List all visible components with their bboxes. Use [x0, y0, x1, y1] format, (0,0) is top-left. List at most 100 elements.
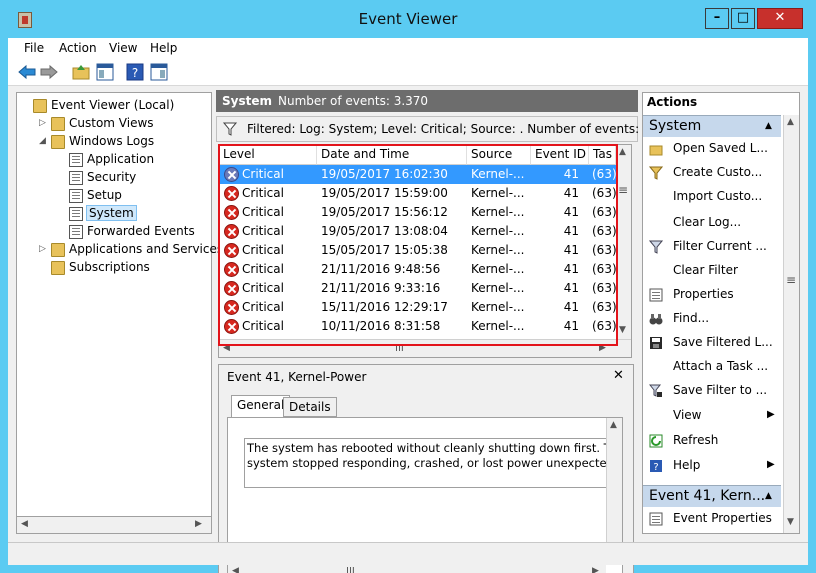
help-icon[interactable]: ?: [126, 63, 144, 81]
scroll-left-arrow[interactable]: ◀: [223, 343, 230, 353]
tab-details[interactable]: Details: [283, 397, 337, 417]
scroll-left-arrow[interactable]: ◀: [232, 566, 239, 573]
detail-vertical-scrollbar[interactable]: ▲ ▼: [606, 418, 622, 562]
actions-section-event[interactable]: Event 41, Kern... ▲: [643, 485, 781, 507]
scroll-right-arrow[interactable]: ▶: [599, 343, 606, 353]
scroll-grip[interactable]: ≡: [618, 183, 628, 197]
actions-title: Actions: [647, 95, 698, 109]
show-hide-action-pane-icon[interactable]: [150, 63, 168, 81]
event-row[interactable]: Critical 10/11/2016 8:31:58 Kernel-... 41 (6…: [219, 317, 616, 336]
column-header-source[interactable]: Source: [467, 145, 531, 165]
save-icon: [650, 337, 662, 349]
action-create-custo[interactable]: Create Custo...: [643, 161, 781, 185]
column-header-task[interactable]: Tas: [589, 145, 616, 165]
cell-level: Critical: [242, 167, 284, 181]
tab-general[interactable]: General: [231, 395, 291, 417]
tree-item-label: Application: [87, 152, 155, 166]
collapse-arrow-icon[interactable]: ▲: [765, 121, 772, 131]
action-save-filtered-l[interactable]: Save Filtered L...: [643, 331, 781, 355]
title-bar[interactable]: Event Viewer – □ ✕: [0, 0, 816, 38]
scroll-up-arrow[interactable]: ▲: [619, 147, 626, 157]
event-viewer-icon: [33, 99, 47, 113]
maximize-button[interactable]: □: [731, 8, 755, 29]
scroll-grip[interactable]: III: [346, 566, 355, 573]
scroll-grip[interactable]: ≡: [786, 273, 796, 287]
event-row[interactable]: Critical 19/05/2017 15:56:12 Kernel-... 41 (…: [219, 203, 616, 222]
tree-item[interactable]: ▷ Custom Views: [17, 115, 211, 133]
tree-item[interactable]: ▷ Applications and Services Lo: [17, 241, 241, 259]
event-row[interactable]: Critical 19/05/2017 13:08:04 Kernel-... 41 (…: [219, 222, 616, 241]
tree-item[interactable]: Setup: [17, 187, 211, 205]
svg-text:?: ?: [132, 66, 138, 80]
tree-item[interactable]: Security: [17, 169, 211, 187]
back-arrow-icon[interactable]: [18, 63, 36, 81]
action-attach-a-task[interactable]: Attach a Task ...: [643, 355, 781, 379]
event-row[interactable]: Critical 21/11/2016 9:48:56 Kernel-... 41 (6…: [219, 260, 616, 279]
tree-item[interactable]: Application: [17, 151, 211, 169]
event-row[interactable]: Critical 21/11/2016 9:33:16 Kernel-... 41 (6…: [219, 279, 616, 298]
actions-vertical-scrollbar[interactable]: ▲ ≡ ▼: [783, 115, 799, 533]
column-header-date-time[interactable]: Date and Time: [317, 145, 467, 165]
tree-item[interactable]: Event Viewer (Local): [17, 97, 211, 115]
scroll-right-arrow[interactable]: ▶: [195, 519, 202, 529]
action-find[interactable]: Find...: [643, 307, 781, 331]
action-clear-filter[interactable]: Clear Filter: [643, 259, 781, 283]
action-properties[interactable]: Properties: [643, 283, 781, 307]
column-header-event-id[interactable]: Event ID: [531, 145, 589, 165]
action-view[interactable]: View ▶: [643, 404, 781, 428]
scroll-grip[interactable]: III: [395, 343, 404, 354]
properties-icon: [649, 288, 663, 302]
log-icon: [69, 225, 83, 239]
event-row[interactable]: Critical 15/11/2016 12:29:17 Kernel-... 41 (…: [219, 298, 616, 317]
event-description-box[interactable]: The system has rebooted without cleanly …: [244, 438, 622, 488]
up-folder-icon[interactable]: [72, 63, 90, 81]
tree-expander-icon[interactable]: ▷: [39, 118, 46, 128]
scroll-left-arrow[interactable]: ◀: [21, 519, 28, 529]
tree-item[interactable]: Forwarded Events: [17, 223, 211, 241]
close-button[interactable]: ✕: [757, 8, 803, 29]
tree-item[interactable]: ◢ Windows Logs: [17, 133, 211, 151]
action-open-saved-l[interactable]: Open Saved L...: [643, 137, 781, 161]
critical-error-icon: [224, 262, 239, 277]
close-detail-button[interactable]: ✕: [613, 368, 624, 383]
cell-source: Kernel-...: [471, 319, 525, 333]
scroll-down-arrow[interactable]: ▼: [619, 325, 626, 335]
tree-item[interactable]: System: [17, 205, 211, 223]
menu-view[interactable]: View: [109, 41, 137, 55]
action-save-filter-to[interactable]: Save Filter to ...: [643, 379, 781, 403]
menu-action[interactable]: Action: [59, 41, 97, 55]
action-clear-log[interactable]: Clear Log...: [643, 211, 781, 235]
action-import-custo[interactable]: Import Custo...: [643, 185, 781, 209]
action-refresh[interactable]: Refresh: [643, 429, 781, 453]
tree-expander-icon[interactable]: ◢: [39, 136, 46, 146]
event-row[interactable]: Critical 15/05/2017 15:05:38 Kernel-... 41 (…: [219, 241, 616, 260]
show-hide-tree-icon[interactable]: [96, 63, 114, 81]
action-filter-current[interactable]: Filter Current ...: [643, 235, 781, 259]
cell-task: (63): [592, 281, 616, 295]
tree-expander-icon[interactable]: ▷: [39, 244, 46, 254]
tree-item[interactable]: Subscriptions: [17, 259, 211, 277]
column-header-level[interactable]: Level: [219, 145, 317, 165]
cell-date: 19/05/2017 15:59:00: [321, 186, 448, 200]
forward-arrow-icon[interactable]: [40, 63, 58, 81]
menu-file[interactable]: File: [24, 41, 44, 55]
grid-horizontal-scrollbar[interactable]: ◀ III ▶: [219, 339, 631, 357]
menu-help[interactable]: Help: [150, 41, 177, 55]
event-row[interactable]: Critical 19/05/2017 16:02:30 Kernel-... 41 (…: [219, 165, 616, 184]
cell-date: 19/05/2017 16:02:30: [321, 167, 448, 181]
tree-horizontal-scrollbar[interactable]: ◀ ▶: [16, 516, 212, 534]
scroll-up-arrow[interactable]: ▲: [610, 420, 617, 430]
actions-section-system[interactable]: System ▲: [643, 115, 781, 137]
action-help[interactable]: ? Help ▶: [643, 454, 781, 478]
action-label: Save Filtered L...: [673, 335, 773, 349]
action-event-properties[interactable]: Event Properties: [643, 507, 781, 531]
scroll-down-arrow[interactable]: ▼: [787, 517, 794, 527]
event-row[interactable]: Critical 19/05/2017 15:59:00 Kernel-... 41 (…: [219, 184, 616, 203]
scroll-right-arrow[interactable]: ▶: [592, 566, 599, 573]
scroll-up-arrow[interactable]: ▲: [787, 117, 794, 127]
section-label: Event 41, Kern...: [649, 488, 766, 504]
cell-task: (63): [592, 186, 616, 200]
grid-vertical-scrollbar[interactable]: ▲ ≡ ▼: [616, 145, 631, 339]
minimize-button[interactable]: –: [705, 8, 729, 29]
collapse-arrow-icon[interactable]: ▲: [765, 491, 772, 501]
